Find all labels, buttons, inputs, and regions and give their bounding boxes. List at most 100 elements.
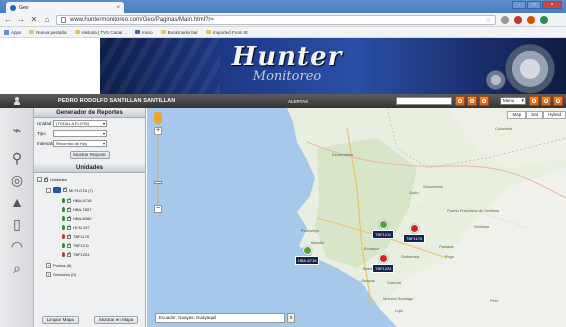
tree-fleet[interactable]: - MI FLOTA (7) — [46, 186, 93, 193]
collapse-icon[interactable]: - — [46, 187, 51, 193]
alert-icon[interactable]: ▲ — [9, 194, 25, 210]
vehicle-marker[interactable]: TBF1176 — [403, 224, 426, 243]
power-button[interactable] — [553, 96, 563, 106]
tree-vehicle[interactable]: TBF1211 — [62, 242, 89, 248]
map-type-hybrid[interactable]: Hybrid — [542, 111, 566, 119]
map-label-orellana: Orellana — [474, 224, 490, 229]
map-pin-icon[interactable]: ⚲ — [9, 150, 25, 166]
vehicle-checkbox[interactable] — [67, 251, 71, 257]
bookmark-folder-ie[interactable]: Imported From IE — [205, 30, 248, 35]
home-button[interactable] — [467, 96, 477, 106]
tree-vehicle[interactable]: HBA-7657 — [62, 206, 91, 212]
menu-select[interactable]: Menu — [500, 97, 526, 105]
map-label-peru: Perú — [490, 298, 499, 303]
vehicle-checkbox[interactable] — [67, 233, 71, 239]
vehicle-label: HBA-6060 — [73, 216, 92, 221]
vehicle-marker[interactable]: HBA-6718 — [295, 246, 320, 265]
globe-icon[interactable]: ◎ — [9, 172, 25, 188]
forward-arrow-icon[interactable]: → — [17, 15, 25, 24]
minimize-window-icon[interactable]: - — [512, 1, 526, 9]
extension-icon[interactable] — [540, 15, 548, 24]
zoom-in-button[interactable]: + — [154, 127, 162, 135]
show-on-map-button[interactable]: Mostrar en Mapa — [94, 316, 139, 324]
bookmark-star-icon[interactable]: ☆ — [485, 16, 491, 24]
home-icon[interactable]: ⌂ — [43, 15, 51, 24]
type-select[interactable] — [53, 130, 107, 137]
tree-vehicle[interactable]: HBA-6060 — [62, 215, 92, 221]
edit-button[interactable] — [479, 96, 489, 106]
expand-icon[interactable]: + — [46, 272, 51, 277]
browser-tab[interactable]: Geo × — [6, 2, 124, 13]
clear-map-button[interactable]: Limpiar Mapa — [41, 316, 79, 324]
map-type-map[interactable]: Map — [507, 111, 527, 119]
collapse-icon[interactable]: - — [37, 177, 42, 182]
vehicle-marker[interactable]: TBF1224 — [372, 254, 395, 273]
panel-buttons: Limpiar Mapa Mostrar en Mapa — [34, 316, 146, 324]
alerts-label[interactable]: ALERTAS — [288, 99, 308, 104]
close-tab-icon[interactable]: × — [116, 5, 120, 11]
street-view-icon[interactable] — [154, 112, 162, 124]
vehicle-checkbox[interactable] — [67, 215, 71, 221]
help-button[interactable] — [529, 96, 539, 106]
bookmark-apps[interactable]: Apps — [4, 29, 21, 35]
user-name: PEDRO RODOLFO SANTILLAN SANTILLAN — [58, 98, 176, 104]
satellite-icon[interactable]: ⌁ — [9, 122, 25, 138]
bookmark-new-tab[interactable]: Nueva pestaña — [29, 30, 67, 35]
back-arrow-icon[interactable]: ← — [4, 15, 12, 24]
address-input[interactable]: Ecuador, Guayas, Guayaquil — [155, 313, 285, 323]
map-terrain — [287, 108, 566, 327]
vehicle-marker-label: TBF1224 — [372, 264, 395, 273]
folder-icon — [205, 30, 211, 34]
gears-graphic — [476, 38, 566, 94]
power-icon — [556, 99, 560, 103]
apps-icon — [4, 29, 9, 35]
bookmark-home[interactable]: Inicio — [135, 30, 153, 35]
show-report-button[interactable]: Mostrar Reporte — [69, 151, 110, 159]
vehicle-checkbox[interactable] — [67, 197, 71, 203]
extension-icon[interactable] — [501, 15, 509, 24]
search-button[interactable] — [455, 96, 465, 106]
vehicle-checkbox[interactable] — [67, 242, 71, 248]
expand-icon[interactable]: + — [46, 263, 51, 268]
bookmark-folder[interactable]: Bookmarks bar — [160, 30, 198, 35]
reload-icon[interactable]: ✕ — [30, 15, 38, 24]
vehicle-marker-label: HBA-6718 — [295, 256, 320, 265]
opera-icon[interactable] — [514, 15, 522, 24]
unit-select[interactable]: (TODA LA FLOTA) — [53, 120, 107, 127]
vehicle-checkbox[interactable] — [67, 224, 71, 230]
map-pin-icon — [62, 216, 65, 221]
tree-vehicle[interactable]: HBA-6718 — [62, 197, 91, 203]
search-icon[interactable]: ⌕ — [9, 260, 25, 276]
map-pin-icon — [62, 234, 65, 239]
info-button[interactable] — [541, 96, 551, 106]
tree-vehicle[interactable]: TBF1176 — [62, 233, 89, 239]
zoom-slider-handle[interactable] — [154, 181, 162, 184]
address-bar[interactable]: www.huntermonitoreo.com/Geo/Paginas/Main… — [56, 14, 496, 25]
phone-icon[interactable]: ▯ — [9, 216, 25, 232]
close-window-icon[interactable]: × — [542, 1, 562, 9]
tree-sensors[interactable]: + Sensores (0) — [46, 272, 76, 277]
tree-root[interactable]: - Unidades — [37, 176, 67, 182]
tree-points[interactable]: + Puntos (0) — [46, 263, 71, 268]
headset-icon[interactable]: ◠ — [9, 238, 25, 254]
zoom-slider[interactable] — [154, 136, 162, 204]
folder-icon — [160, 30, 166, 34]
root-checkbox[interactable] — [44, 176, 48, 182]
vehicle-marker-label: TBF1176 — [403, 234, 426, 243]
fleet-checkbox[interactable] — [63, 186, 67, 192]
zoom-out-button[interactable]: − — [154, 205, 162, 213]
search-input[interactable] — [396, 97, 452, 105]
tree-vehicle[interactable]: TBF1224 — [62, 251, 89, 257]
page-icon — [29, 30, 35, 34]
interval-select[interactable]: Recorrido de Hoy — [53, 140, 107, 147]
vehicle-checkbox[interactable] — [67, 206, 71, 212]
maximize-window-icon[interactable]: □ — [527, 1, 541, 9]
map-type-satellite[interactable]: Sat — [526, 111, 543, 119]
extension-icon[interactable] — [527, 15, 535, 24]
vehicle-marker[interactable]: TBF1211 — [372, 220, 395, 239]
bookmark-history[interactable]: Historia | TVS Canal ... — [74, 30, 127, 35]
clear-address-button[interactable]: x — [287, 313, 295, 323]
tree-vehicle[interactable]: HCN-197 — [62, 224, 90, 230]
map-view[interactable]: Map Sat Hybrid + − Colombia Esmeraldas S… — [147, 108, 566, 327]
page-icon — [74, 30, 80, 34]
